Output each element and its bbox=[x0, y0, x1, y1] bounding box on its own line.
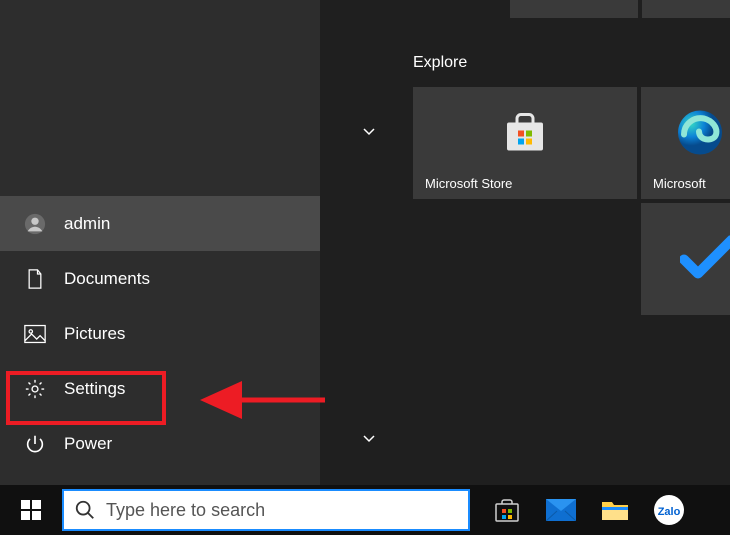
tile-microsoft-store[interactable]: Microsoft Store bbox=[413, 87, 637, 199]
start-menu-screenshot: admin Documents Pictur bbox=[0, 0, 730, 535]
start-left-column: admin Documents Pictur bbox=[0, 0, 320, 485]
sidebar-item-power[interactable]: Power bbox=[0, 416, 320, 471]
gear-icon bbox=[24, 378, 46, 400]
sidebar-item-settings[interactable]: Settings bbox=[0, 361, 320, 416]
sidebar-item-pictures[interactable]: Pictures bbox=[0, 306, 320, 361]
search-input[interactable] bbox=[106, 500, 458, 521]
tile-label: Microsoft bbox=[653, 176, 706, 191]
check-icon bbox=[680, 236, 730, 283]
power-icon bbox=[24, 433, 46, 455]
mail-icon bbox=[546, 499, 576, 521]
sidebar-item-label: Power bbox=[64, 434, 112, 454]
taskbar-app-file-explorer[interactable] bbox=[588, 485, 642, 535]
taskbar-app-mail[interactable] bbox=[534, 485, 588, 535]
sidebar-list: admin Documents Pictur bbox=[0, 196, 320, 471]
sidebar-item-label: Pictures bbox=[64, 324, 125, 344]
svg-text:Zalo: Zalo bbox=[658, 506, 681, 518]
tile-partial-onenote[interactable] bbox=[642, 0, 730, 18]
taskbar-app-store[interactable] bbox=[480, 485, 534, 535]
start-tiles-area: Explore Microsoft Store bbox=[320, 0, 730, 485]
document-icon bbox=[24, 268, 46, 290]
user-icon bbox=[24, 213, 46, 235]
sidebar-item-label: Documents bbox=[64, 269, 150, 289]
edge-icon bbox=[676, 109, 724, 160]
chevron-down-icon[interactable] bbox=[358, 120, 380, 142]
start-button[interactable] bbox=[0, 485, 62, 535]
taskbar-app-zalo[interactable]: Zalo bbox=[642, 485, 696, 535]
taskbar-search[interactable] bbox=[62, 489, 470, 531]
taskbar: Zalo bbox=[0, 485, 730, 535]
windows-icon bbox=[21, 500, 41, 520]
folder-icon bbox=[601, 499, 629, 521]
sidebar-item-label: Settings bbox=[64, 379, 125, 399]
sidebar-item-label: admin bbox=[64, 214, 110, 234]
chevron-down-icon[interactable] bbox=[358, 427, 380, 449]
tile-label: Microsoft Store bbox=[425, 176, 512, 191]
tile-partial-office[interactable] bbox=[510, 0, 638, 18]
sidebar-item-user[interactable]: admin bbox=[0, 196, 320, 251]
picture-icon bbox=[24, 323, 46, 345]
sidebar-item-documents[interactable]: Documents bbox=[0, 251, 320, 306]
section-header-explore[interactable]: Explore bbox=[413, 54, 467, 72]
tile-todo[interactable] bbox=[641, 203, 730, 315]
search-icon bbox=[74, 499, 96, 521]
store-icon bbox=[503, 113, 547, 156]
tile-microsoft-edge[interactable]: Microsoft bbox=[641, 87, 730, 199]
zalo-icon: Zalo bbox=[654, 495, 684, 525]
store-icon bbox=[494, 498, 520, 522]
